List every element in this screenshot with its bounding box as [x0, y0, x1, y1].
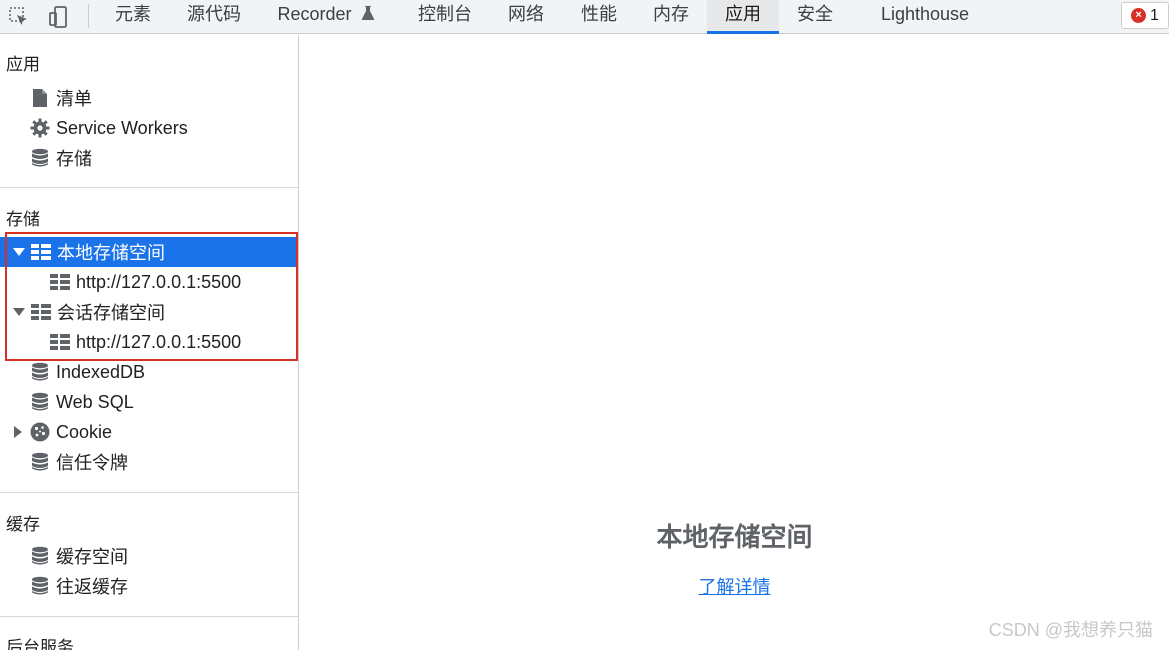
tab-recorder-label: Recorder — [277, 4, 352, 24]
watermark: CSDN @我想养只猫 — [988, 620, 1153, 640]
sidebar-item-label: 往返缓存 — [56, 577, 128, 597]
database-icon — [30, 147, 50, 169]
file-icon — [30, 87, 50, 109]
sidebar-item-label: Cookie — [56, 421, 113, 442]
grid-icon — [50, 271, 70, 293]
cookie-icon — [30, 421, 50, 443]
devtools-toolbar: 元素 源代码 Recorder 控制台 网络 性能 内存 应用 安全 Light… — [0, 0, 1169, 34]
sidebar-item-back-forward-cache[interactable]: 往返缓存 — [0, 571, 298, 601]
tab-network[interactable]: 网络 — [496, 0, 556, 34]
sidebar-item-label: 会话存储空间 — [57, 303, 165, 323]
sidebar-item-label: Web SQL — [56, 391, 134, 412]
sidebar-item-label: http://127.0.0.1:5500 — [76, 271, 242, 292]
section-title-storage: 存储 — [6, 210, 40, 229]
gear-icon — [30, 117, 50, 139]
sidebar-item-storage[interactable]: 存储 — [0, 143, 298, 173]
error-count: 1 — [1150, 6, 1159, 24]
sidebar-item-manifest[interactable]: 清单 — [0, 83, 298, 113]
database-icon — [30, 391, 50, 413]
sidebar-item-indexeddb[interactable]: IndexedDB — [0, 357, 298, 387]
section-divider — [0, 187, 298, 188]
database-icon — [30, 545, 50, 567]
sidebar-item-local-storage[interactable]: 本地存储空间 — [0, 237, 298, 267]
tab-recorder[interactable]: Recorder — [266, 0, 386, 34]
section-title-background-services: 后台服务 — [6, 638, 74, 650]
page-title: 本地存储空间 — [656, 522, 813, 552]
database-icon — [30, 575, 50, 597]
collapse-arrow-icon[interactable] — [14, 426, 22, 438]
sidebar-item-session-storage-origin[interactable]: http://127.0.0.1:5500 — [0, 327, 298, 357]
section-title-application: 应用 — [6, 55, 40, 74]
sidebar-item-label: 存储 — [56, 149, 92, 169]
tab-security[interactable]: 安全 — [785, 0, 845, 34]
main-pane: 本地存储空间 了解详情 CSDN @我想养只猫 — [300, 35, 1169, 650]
tab-elements[interactable]: 元素 — [101, 0, 165, 34]
grid-icon — [31, 301, 51, 323]
sidebar-item-cache-storage[interactable]: 缓存空间 — [0, 541, 298, 571]
application-sidebar: 应用 清单 Service Workers 存储 存储 本地存储空间 http:… — [0, 35, 299, 650]
section-divider — [0, 616, 298, 617]
expand-arrow-icon[interactable] — [13, 248, 25, 256]
sidebar-item-cookie[interactable]: Cookie — [0, 417, 298, 447]
device-toolbar-icon[interactable] — [44, 0, 72, 33]
sidebar-item-service-workers[interactable]: Service Workers — [0, 113, 298, 143]
database-icon — [30, 451, 50, 473]
sidebar-item-session-storage[interactable]: 会话存储空间 — [0, 297, 298, 327]
toolbar-separator — [88, 4, 89, 28]
section-title-cache: 缓存 — [6, 515, 40, 534]
expand-arrow-icon[interactable] — [13, 308, 25, 316]
sidebar-item-label: http://127.0.0.1:5500 — [76, 331, 242, 352]
learn-more-link[interactable]: 了解详情 — [300, 573, 1169, 599]
tab-memory[interactable]: 内存 — [641, 0, 701, 34]
sidebar-item-trust-tokens[interactable]: 信任令牌 — [0, 447, 298, 477]
tab-console[interactable]: 控制台 — [408, 0, 482, 34]
sidebar-item-label: 清单 — [56, 89, 92, 109]
sidebar-item-label: Service Workers — [56, 117, 188, 138]
sidebar-item-label: 缓存空间 — [56, 547, 128, 567]
error-icon: × — [1131, 8, 1147, 23]
grid-icon — [50, 331, 70, 353]
flask-icon — [361, 1, 375, 30]
sidebar-item-label: IndexedDB — [56, 361, 146, 382]
inspect-element-icon[interactable] — [6, 0, 32, 33]
tab-sources[interactable]: 源代码 — [176, 0, 252, 34]
sidebar-item-local-storage-origin[interactable]: http://127.0.0.1:5500 — [0, 267, 298, 297]
database-icon — [30, 361, 50, 383]
tab-application[interactable]: 应用 — [707, 0, 779, 34]
section-divider — [0, 492, 298, 493]
sidebar-item-web-sql[interactable]: Web SQL — [0, 387, 298, 417]
sidebar-item-label: 信任令牌 — [56, 453, 128, 473]
sidebar-item-label: 本地存储空间 — [57, 243, 165, 263]
error-count-badge[interactable]: × 1 — [1121, 2, 1169, 29]
tab-lighthouse[interactable]: Lighthouse — [866, 0, 984, 34]
tab-performance[interactable]: 性能 — [569, 0, 629, 34]
grid-icon — [31, 241, 51, 263]
